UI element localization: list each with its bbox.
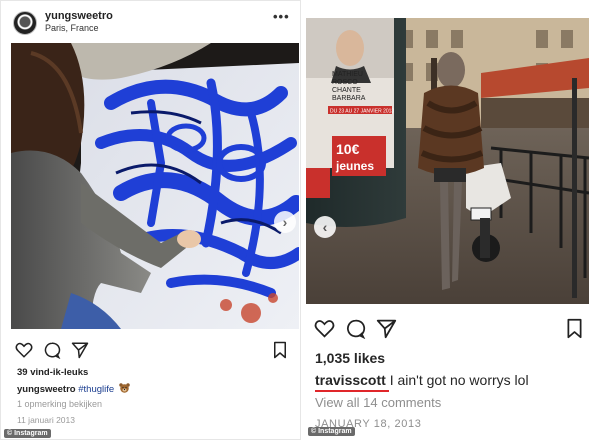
- graffiti-photo-image: [11, 43, 299, 329]
- heart-icon[interactable]: [15, 341, 33, 359]
- next-photo-button[interactable]: ›: [274, 211, 296, 233]
- more-options-icon[interactable]: •••: [273, 9, 290, 24]
- instagram-watermark: © Instagram: [4, 429, 51, 438]
- share-icon[interactable]: [71, 341, 89, 359]
- like-count[interactable]: 39 vind-ik-leuks: [17, 367, 88, 378]
- poster-line-2: ROSCO: [332, 79, 358, 86]
- bookmark-icon[interactable]: [271, 341, 289, 359]
- poster-line-3: CHANTE: [332, 87, 361, 94]
- post-caption: yungsweetro #thuglife: [17, 383, 130, 395]
- post-date: 11 januari 2013: [17, 415, 75, 425]
- post-header: yungsweetro Paris, France •••: [1, 1, 302, 43]
- comment-icon[interactable]: [43, 341, 61, 359]
- bear-emoji-icon: [119, 383, 130, 393]
- post-location[interactable]: Paris, France: [45, 23, 99, 33]
- previous-photo-button[interactable]: ‹: [314, 216, 336, 238]
- post-photo[interactable]: ›: [11, 43, 299, 329]
- heart-icon[interactable]: [314, 318, 335, 339]
- caption-text: I ain't got no worrys lol: [389, 372, 529, 388]
- post-username[interactable]: yungsweetro: [45, 10, 113, 22]
- poster-line-4: BARBARA: [332, 95, 366, 102]
- left-post: yungsweetro Paris, France ••• › 39 vind-…: [0, 0, 301, 440]
- view-comments-link[interactable]: View all 14 comments: [315, 395, 441, 410]
- poster-dates: DU 23 AU 27 JANVIER 2013: [330, 109, 394, 115]
- post-caption: travisscott I ain't got no worrys lol: [315, 372, 529, 388]
- share-icon[interactable]: [376, 318, 397, 339]
- caption-username[interactable]: travisscott: [315, 372, 386, 388]
- poster-price: 10€: [336, 141, 360, 157]
- poster-line-1: MATHIEU: [332, 71, 363, 78]
- avatar[interactable]: [13, 11, 37, 35]
- like-count[interactable]: 1,035 likes: [315, 350, 385, 366]
- right-post: MATHIEU ROSCO CHANTE BARBARA DU 23 AU 27…: [306, 18, 599, 440]
- username-red-underline: [315, 390, 389, 392]
- caption-hashtag[interactable]: #thuglife: [78, 384, 114, 395]
- post-photo[interactable]: MATHIEU ROSCO CHANTE BARBARA DU 23 AU 27…: [306, 18, 589, 304]
- comment-icon[interactable]: [345, 318, 366, 339]
- poster-label: jeunes: [335, 159, 374, 173]
- post-action-bar: [15, 341, 300, 359]
- street-photo-image: MATHIEU ROSCO CHANTE BARBARA DU 23 AU 27…: [306, 18, 589, 304]
- caption-username[interactable]: yungsweetro: [17, 384, 76, 395]
- view-comments-link[interactable]: 1 opmerking bekijken: [17, 399, 102, 409]
- bookmark-icon[interactable]: [564, 318, 585, 339]
- instagram-watermark: © Instagram: [308, 427, 355, 436]
- post-action-bar: [314, 318, 589, 340]
